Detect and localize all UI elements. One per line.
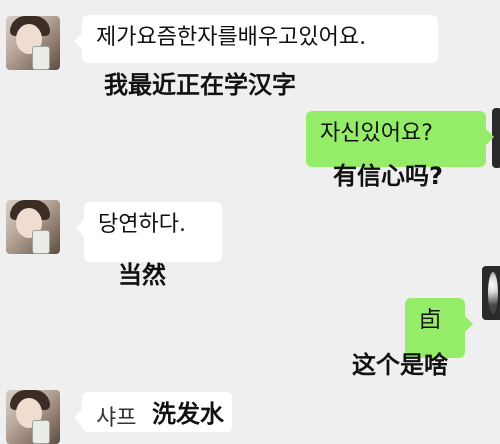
avatar-can	[32, 46, 50, 70]
avatar-image	[488, 272, 498, 314]
message-bubble[interactable]: 제가요즘한자를배우고있어요.	[74, 15, 438, 63]
avatar-contact[interactable]	[6, 16, 60, 70]
avatar-can	[32, 420, 50, 444]
message-text: 샤프	[96, 406, 137, 431]
avatar-contact[interactable]	[6, 390, 60, 444]
avatar-self[interactable]	[482, 266, 500, 320]
message-bubble[interactable]: 당연하다.	[76, 202, 222, 262]
message-text: 제가요즘한자를배우고있어요.	[96, 25, 367, 50]
avatar-can	[32, 230, 50, 254]
message-caption: 这个是啥	[352, 351, 448, 379]
message-text: 卣	[419, 308, 442, 333]
message-text: 당연하다.	[98, 212, 186, 237]
message-caption: 洗发水	[152, 400, 224, 428]
avatar-contact[interactable]	[6, 200, 60, 254]
message-caption: 有信心吗?	[333, 162, 443, 190]
message-caption: 我最近正在学汉字	[104, 71, 296, 99]
message-caption: 当然	[118, 261, 166, 289]
message-text: 자신있어요?	[320, 121, 433, 146]
